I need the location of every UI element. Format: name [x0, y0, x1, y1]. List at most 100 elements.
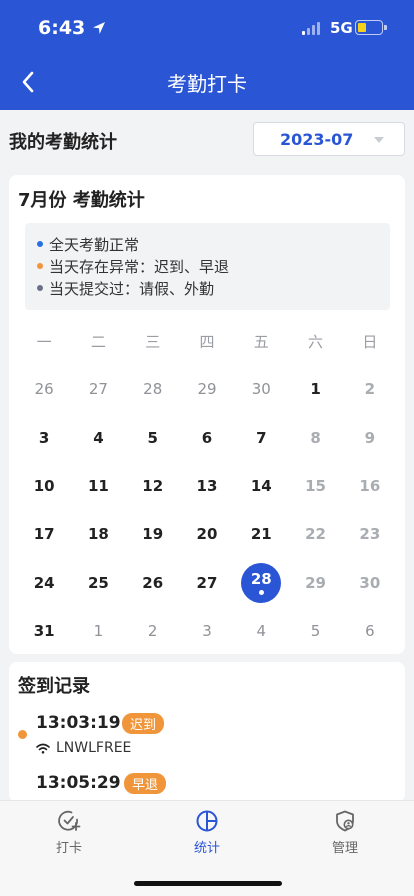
calendar-day[interactable]: 26	[17, 365, 71, 413]
calendar-day[interactable]: 29	[180, 365, 234, 413]
day-number: 24	[33, 573, 55, 592]
calendar-day[interactable]: 13	[180, 462, 234, 510]
tab-statistics[interactable]: 统计	[167, 809, 247, 856]
day-number: 4	[93, 428, 104, 447]
calendar-day[interactable]: 29	[288, 559, 342, 607]
day-number: 11	[87, 476, 109, 495]
calendar-day[interactable]: 27	[180, 559, 234, 607]
tab-clock-in[interactable]: 打卡	[29, 809, 109, 856]
calendar-day[interactable]: 19	[126, 510, 180, 558]
calendar-day[interactable]: 11	[71, 462, 125, 510]
day-number: 9	[364, 428, 376, 447]
calendar-day[interactable]: 12	[126, 462, 180, 510]
calendar-day[interactable]: 5	[126, 413, 180, 461]
day-number: 26	[142, 573, 164, 592]
calendar-day[interactable]: 5	[288, 607, 342, 655]
calendar-day[interactable]: 6	[343, 607, 397, 655]
calendar-day[interactable]: 3	[17, 413, 71, 461]
legend-item-label: 全天考勤正常	[49, 235, 140, 254]
calendar-day[interactable]: 23	[343, 510, 397, 558]
calendar-day[interactable]: 18	[71, 510, 125, 558]
day-number: 20	[196, 525, 218, 544]
record-status-dot-icon	[18, 730, 27, 739]
month-select[interactable]: 2023-07	[253, 122, 405, 156]
weekday-label: 四	[199, 333, 215, 351]
calendar-day[interactable]: 1	[288, 365, 342, 413]
day-number: 19	[142, 525, 164, 544]
day-number: 6	[365, 622, 375, 641]
calendar-day[interactable]: 14	[234, 462, 288, 510]
calendar-day[interactable]: 22	[288, 510, 342, 558]
tab-label: 管理	[331, 841, 358, 856]
tab-label: 打卡	[55, 841, 82, 856]
day-number: 27	[196, 573, 218, 592]
calendar-day[interactable]: 10	[17, 462, 71, 510]
calendar-day[interactable]: 24	[17, 559, 71, 607]
day-number: 28	[250, 570, 272, 589]
tab-label: 统计	[193, 841, 220, 856]
calendar-day[interactable]: 7	[234, 413, 288, 461]
day-number: 16	[359, 476, 381, 495]
day-number: 31	[33, 622, 55, 641]
calendar-day[interactable]: 8	[288, 413, 342, 461]
calendar-day[interactable]: 31	[17, 607, 71, 655]
day-number: 25	[87, 573, 109, 592]
weekday-header: 一二三四五六日	[9, 331, 405, 352]
day-number: 1	[93, 622, 104, 641]
calendar-day[interactable]: 30	[234, 365, 288, 413]
calendar-day[interactable]: 9	[343, 413, 397, 461]
calendar-day[interactable]: 4	[71, 413, 125, 461]
calendar-day[interactable]: 27	[71, 365, 125, 413]
day-number: 6	[201, 428, 213, 447]
header: 6:43 5G 考勤打卡	[0, 0, 414, 110]
calendar-day[interactable]: 21	[234, 510, 288, 558]
legend-dot-normal-icon	[37, 241, 43, 247]
day-number: 29	[305, 573, 326, 592]
day-number: 5	[147, 428, 158, 447]
tab-manage[interactable]: 管理	[305, 809, 385, 856]
calendar-day[interactable]: 28	[126, 365, 180, 413]
day-number: 8	[310, 428, 321, 447]
caret-down-icon	[374, 137, 384, 143]
shield-user-icon	[336, 810, 354, 832]
calendar-day[interactable]: 16	[343, 462, 397, 510]
record-item[interactable]: 13:03:19 迟到 LNWLFREE	[9, 713, 405, 763]
calendar-day[interactable]: 2	[126, 607, 180, 655]
wifi-icon	[36, 743, 50, 754]
calendar-day[interactable]: 26	[126, 559, 180, 607]
calendar-day[interactable]: 20	[180, 510, 234, 558]
day-number: 18	[87, 525, 109, 544]
calendar-day[interactable]: 6	[180, 413, 234, 461]
legend-item-label: 当天提交过：请假、外勤	[49, 279, 215, 298]
calendar-card: 7月份 考勤统计 全天考勤正常 当天存在异常：迟到、早退 当天提交过：请假、外勤…	[9, 175, 405, 654]
record-wifi: LNWLFREE	[36, 740, 131, 756]
record-item[interactable]: 13:05:29 早退	[9, 773, 405, 802]
day-number: 15	[305, 476, 326, 495]
location-arrow-icon	[93, 22, 106, 34]
day-number: 23	[359, 525, 381, 544]
day-number: 1	[310, 380, 321, 399]
day-number: 30	[359, 573, 381, 592]
calendar-day[interactable]: 17	[17, 510, 71, 558]
legend-dot-submitted-icon	[37, 285, 43, 291]
calendar-day-selected[interactable]: 28	[234, 559, 288, 607]
day-number: 22	[305, 525, 326, 544]
nav-bar: 考勤打卡	[0, 54, 414, 110]
calendar-day[interactable]: 4	[234, 607, 288, 655]
calendar-day[interactable]: 3	[180, 607, 234, 655]
records-card: 签到记录 13:03:19 迟到 LNWLFREE 13:05:29 早退	[9, 662, 405, 802]
calendar-day[interactable]: 15	[288, 462, 342, 510]
calendar-day[interactable]: 25	[71, 559, 125, 607]
day-number: 4	[256, 622, 267, 641]
day-number: 3	[202, 622, 212, 641]
day-number: 14	[250, 476, 272, 495]
day-number: 5	[310, 622, 321, 641]
calendar-day[interactable]: 30	[343, 559, 397, 607]
day-number: 13	[196, 476, 218, 495]
selected-day-circle: 28	[241, 562, 282, 603]
legend-item: 当天存在异常：迟到、早退	[37, 255, 390, 277]
calendar-day[interactable]: 1	[71, 607, 125, 655]
record-marker-icon	[258, 590, 264, 596]
status-bar: 6:43 5G	[0, 0, 414, 54]
calendar-day[interactable]: 2	[343, 365, 397, 413]
